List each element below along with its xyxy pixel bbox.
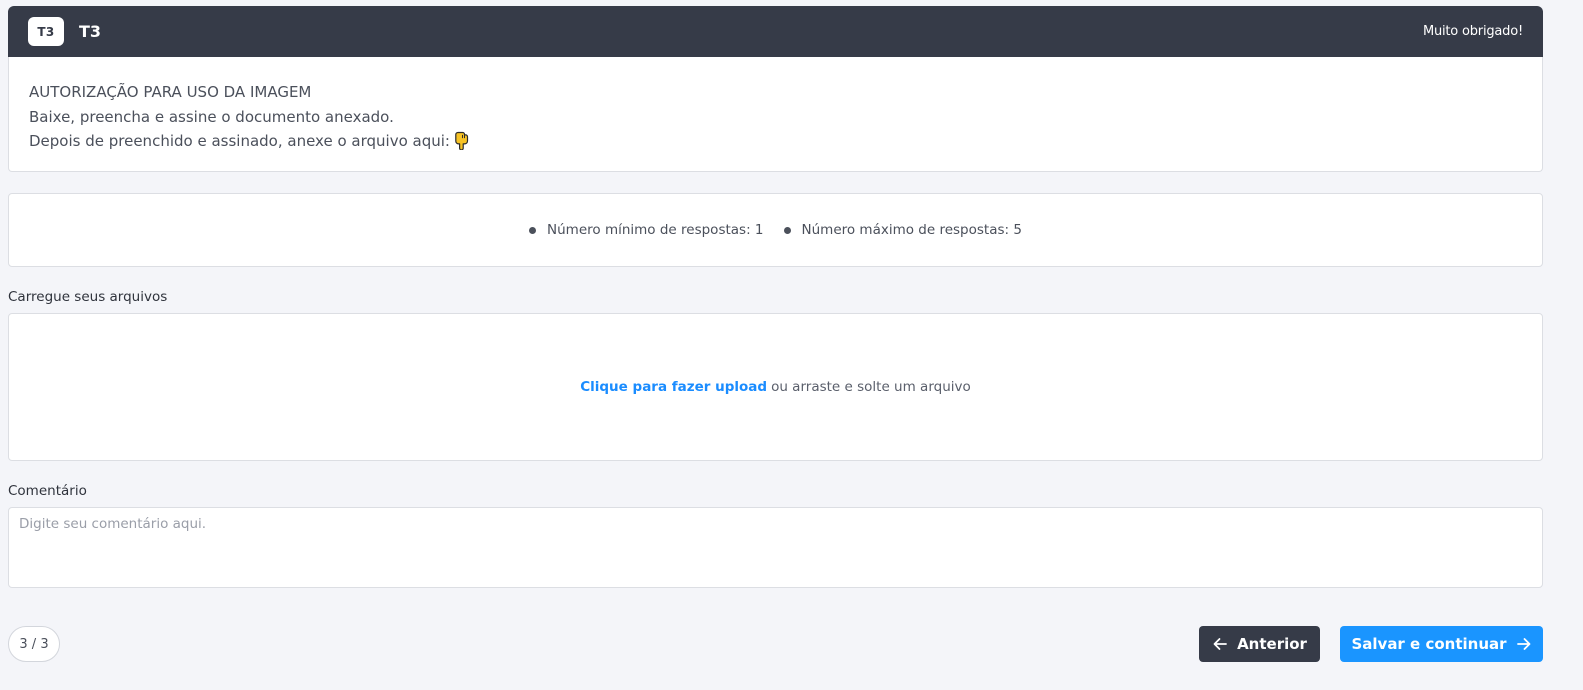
step-title: T3 bbox=[79, 22, 102, 41]
description-box: AUTORIZAÇÃO PARA USO DA IMAGEM Baixe, pr… bbox=[8, 57, 1543, 172]
page-indicator: 3 / 3 bbox=[8, 626, 60, 662]
form-footer: 3 / 3 Anterior Salvar e continuar bbox=[8, 626, 1543, 663]
arrow-left-icon bbox=[1212, 636, 1228, 652]
pointing-down-hand-icon bbox=[454, 131, 470, 158]
previous-button-label: Anterior bbox=[1237, 635, 1307, 653]
thanks-text: Muito obrigado! bbox=[1422, 24, 1523, 39]
max-answers-text: Número máximo de respostas: 5 bbox=[801, 222, 1022, 238]
min-answers-text: Número mínimo de respostas: 1 bbox=[547, 222, 764, 238]
comment-textarea[interactable] bbox=[8, 507, 1543, 588]
answer-rules: Número mínimo de respostas: 1 Número máx… bbox=[8, 193, 1543, 267]
step-badge: T3 bbox=[28, 17, 64, 46]
min-answers-rule: Número mínimo de respostas: 1 bbox=[529, 222, 764, 238]
upload-label: Carregue seus arquivos bbox=[8, 289, 168, 305]
upload-hint-text: ou arraste e solte um arquivo bbox=[771, 379, 971, 395]
bullet-icon bbox=[783, 226, 791, 234]
comment-label: Comentário bbox=[8, 483, 87, 499]
description-attach-note: Depois de preenchido e assinado, anexe o… bbox=[29, 129, 1522, 158]
max-answers-rule: Número máximo de respostas: 5 bbox=[783, 222, 1022, 238]
description-instruction: Baixe, preencha e assine o documento ane… bbox=[29, 107, 394, 126]
step-header: T3 T3 Muito obrigado! bbox=[8, 6, 1543, 57]
arrow-right-icon bbox=[1516, 636, 1532, 652]
description-attach-text: Depois de preenchido e assinado, anexe o… bbox=[29, 132, 450, 150]
save-and-continue-label: Salvar e continuar bbox=[1351, 635, 1507, 653]
previous-button[interactable]: Anterior bbox=[1199, 626, 1320, 662]
form-step: T3 T3 Muito obrigado! AUTORIZAÇÃO PARA U… bbox=[8, 6, 1543, 588]
scrollbar-track[interactable] bbox=[1566, 0, 1583, 690]
description-heading: AUTORIZAÇÃO PARA USO DA IMAGEM bbox=[29, 83, 312, 101]
upload-link[interactable]: Clique para fazer upload bbox=[580, 379, 767, 395]
bullet-icon bbox=[529, 226, 537, 234]
file-upload-dropzone[interactable]: Clique para fazer upload ou arraste e so… bbox=[8, 313, 1543, 461]
save-and-continue-button[interactable]: Salvar e continuar bbox=[1340, 626, 1543, 662]
